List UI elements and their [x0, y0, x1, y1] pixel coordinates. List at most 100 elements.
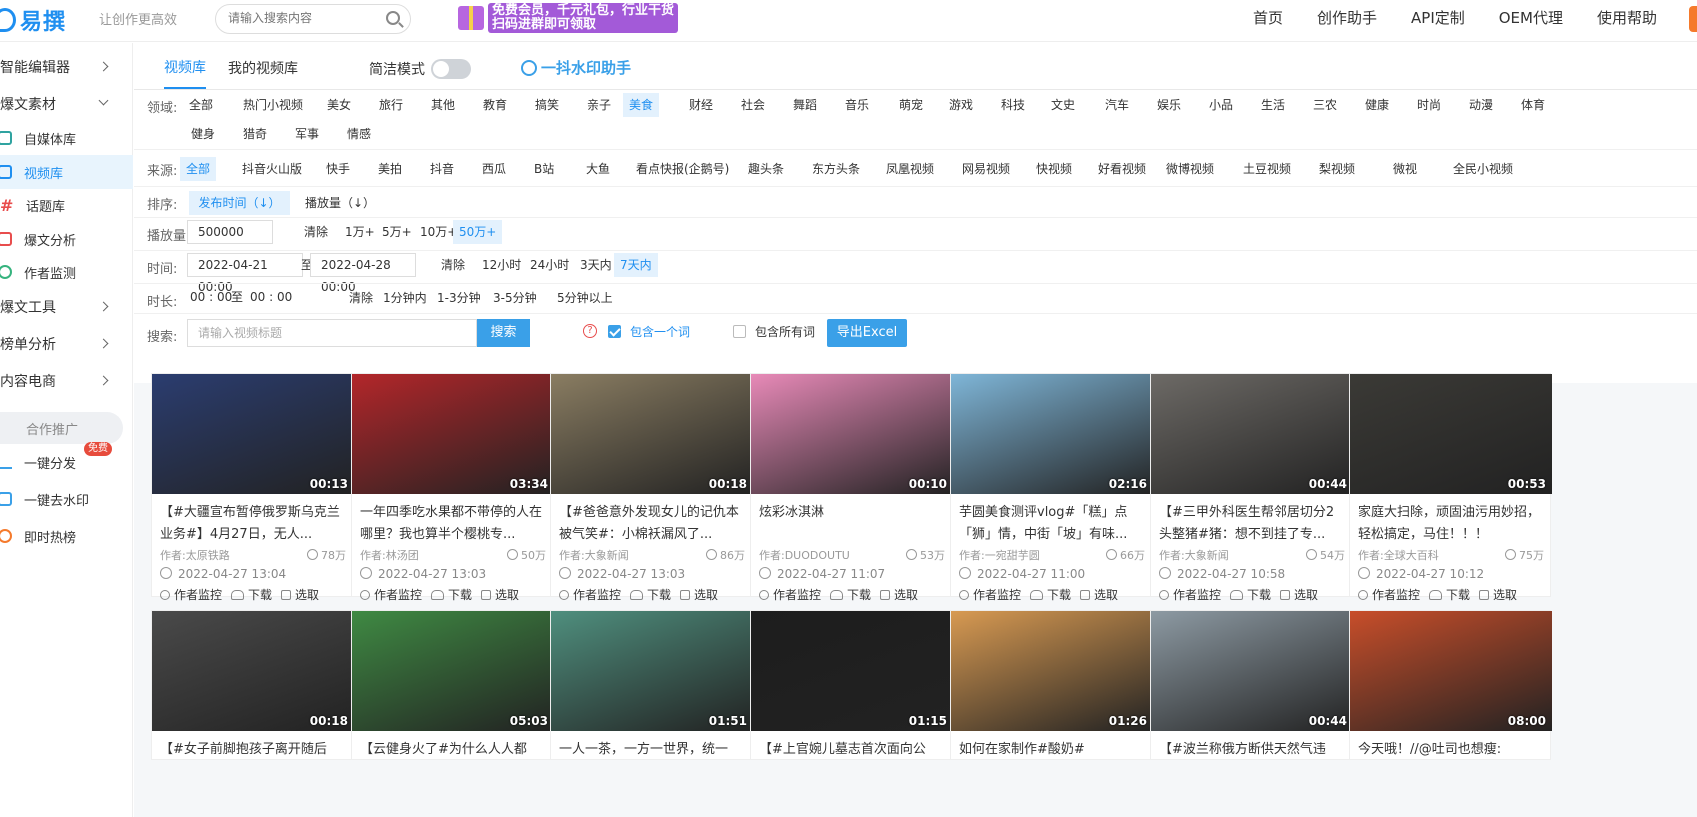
domain-option[interactable]: 汽车 [1099, 93, 1135, 117]
domain-option[interactable]: 情感 [341, 122, 377, 146]
video-thumbnail[interactable]: 02:16 [951, 374, 1153, 494]
sidebar-item-material[interactable]: 爆文素材 [0, 87, 133, 121]
simple-mode-toggle[interactable]: 简洁模式 [369, 59, 471, 79]
video-card[interactable]: 01:26 如何在家制作#酸奶# [950, 610, 1153, 760]
video-title[interactable]: 如何在家制作#酸奶# [959, 739, 1147, 783]
video-card[interactable]: 01:15 【#上官婉儿墓志首次面向公 [750, 610, 953, 760]
source-option[interactable]: 快视频 [1030, 157, 1078, 181]
source-option[interactable]: 土豆视频 [1237, 157, 1297, 181]
download-button[interactable]: 下载 [830, 586, 871, 603]
time-option[interactable]: 清除 [435, 253, 471, 277]
video-card[interactable]: 00:44 【#三甲外科医生帮邻居切分2头整猪#猪：想不到挂了专... 作者:大象新… [1150, 373, 1353, 602]
video-card[interactable]: 00:13 【#大疆宣布暂停俄罗斯乌克兰业务#】4月27日，无人... 作者:太原铁… [151, 373, 354, 602]
domain-option[interactable]: 财经 [683, 93, 719, 117]
video-thumbnail[interactable]: 01:26 [951, 611, 1153, 731]
help-icon[interactable]: ? [583, 324, 597, 338]
download-button[interactable]: 下载 [1030, 586, 1071, 603]
video-title[interactable]: 家庭大扫除，顽固油污用妙招，轻松搞定，马住！！！ [1358, 502, 1546, 546]
source-option[interactable]: B站 [528, 157, 560, 181]
source-option[interactable]: 凤凰视频 [880, 157, 940, 181]
nav-oem[interactable]: OEM代理 [1499, 7, 1563, 28]
sidebar-item-hot-list[interactable]: 即时热榜 [0, 519, 133, 553]
sidebar-item-remove-watermark[interactable]: 一键去水印 [0, 482, 133, 516]
duration-option[interactable]: 1分钟内 [377, 286, 433, 310]
monitor-author-button[interactable]: 作者监控 [559, 586, 621, 603]
sort-by-plays[interactable]: 播放量（↓） [299, 191, 381, 215]
source-option[interactable]: 看点快报(企鹅号) [630, 157, 735, 181]
logo[interactable]: 易撰 [0, 4, 66, 36]
duration-to-input[interactable]: 00 : 00 [244, 285, 298, 309]
video-thumbnail[interactable]: 00:53 [1350, 374, 1552, 494]
domain-option[interactable]: 旅行 [373, 93, 409, 117]
select-button[interactable]: 选取 [1280, 586, 1318, 603]
source-option[interactable]: 西瓜 [476, 157, 512, 181]
include-all-checkbox[interactable] [733, 325, 746, 338]
source-option[interactable]: 微博视频 [1160, 157, 1220, 181]
domain-option[interactable]: 萌宠 [893, 93, 929, 117]
duration-option[interactable]: 3-5分钟 [487, 286, 543, 310]
video-title[interactable]: 一年四季吃水果都不带停的人在哪里？我也算半个樱桃专... [360, 502, 548, 546]
video-title[interactable]: 【#上官婉儿墓志首次面向公 [759, 739, 947, 783]
video-thumbnail[interactable]: 00:13 [152, 374, 354, 494]
video-card[interactable]: 03:34 一年四季吃水果都不带停的人在哪里？我也算半个樱桃专... 作者:林汤团 5… [351, 373, 554, 602]
video-card[interactable]: 05:03 【云健身火了#为什么人人都 [351, 610, 554, 760]
domain-option[interactable]: 其他 [425, 93, 461, 117]
video-title[interactable]: 今天哦！//@吐司也想瘦: [1358, 739, 1546, 783]
domain-option[interactable]: 动漫 [1463, 93, 1499, 117]
source-option[interactable]: 快手 [320, 157, 356, 181]
duration-option[interactable]: 清除 [343, 286, 379, 310]
time-option[interactable]: 7天内 [614, 253, 658, 277]
domain-option[interactable]: 文史 [1045, 93, 1081, 117]
time-to-input[interactable]: 2022-04-28 00:00 [310, 253, 416, 294]
include-one-checkbox[interactable] [608, 325, 621, 338]
plays-option[interactable]: 50万+ [453, 220, 503, 244]
include-all-label[interactable]: 包含所有词 [749, 320, 821, 344]
select-button[interactable]: 选取 [1479, 586, 1517, 603]
sidebar-item-one-click-distribute[interactable]: 一键分发 免费 [0, 442, 133, 479]
source-option[interactable]: 全民小视频 [1447, 157, 1519, 181]
time-option[interactable]: 12小时 [476, 253, 527, 277]
video-thumbnail[interactable]: 03:34 [352, 374, 554, 494]
download-button[interactable]: 下载 [231, 586, 272, 603]
sidebar-item-article-analysis[interactable]: 爆文分析 [0, 222, 133, 256]
sidebar-item-video-library[interactable]: 视频库 [0, 155, 133, 189]
video-card[interactable]: 00:18 【#爸爸意外发现女儿的记仇本被气笑#：小棉袄漏风了... 作者:大象新闻… [550, 373, 753, 602]
domain-option[interactable]: 美食 [623, 93, 660, 117]
video-title[interactable]: 【#波兰称俄方断供天然气违 [1159, 739, 1347, 783]
video-title-search-input[interactable]: 请输入视频标题 [187, 319, 477, 347]
video-thumbnail[interactable]: 01:15 [751, 611, 953, 731]
domain-option[interactable]: 体育 [1515, 93, 1551, 117]
video-title[interactable]: 【#大疆宣布暂停俄罗斯乌克兰业务#】4月27日，无人... [160, 502, 348, 546]
domain-option[interactable]: 教育 [477, 93, 513, 117]
time-option[interactable]: 24小时 [524, 253, 575, 277]
monitor-author-button[interactable]: 作者监控 [759, 586, 821, 603]
select-button[interactable]: 选取 [680, 586, 718, 603]
time-from-input[interactable]: 2022-04-21 00:00 [187, 253, 303, 294]
video-title[interactable]: 【#爸爸意外发现女儿的记仇本被气笑#：小棉袄漏风了... [559, 502, 747, 546]
domain-option[interactable]: 热门小视频 [237, 93, 309, 117]
domain-option[interactable]: 科技 [995, 93, 1031, 117]
domain-option[interactable]: 娱乐 [1151, 93, 1187, 117]
include-one-label[interactable]: 包含一个词 [624, 320, 696, 344]
domain-option[interactable]: 游戏 [943, 93, 979, 117]
time-option[interactable]: 3天内 [574, 253, 618, 277]
plays-option[interactable]: 1万+ [339, 220, 381, 244]
select-button[interactable]: 选取 [281, 586, 319, 603]
video-title[interactable]: 【#女子前脚抱孩子离开随后 [160, 739, 348, 783]
sort-by-time[interactable]: 发布时间（↓） [189, 191, 290, 215]
source-option[interactable]: 好看视频 [1092, 157, 1152, 181]
video-thumbnail[interactable]: 01:51 [551, 611, 753, 731]
source-option[interactable]: 网易视频 [956, 157, 1016, 181]
sidebar-item-author-monitor[interactable]: 作者监测 [0, 255, 133, 289]
video-thumbnail[interactable]: 00:44 [1151, 374, 1353, 494]
video-thumbnail[interactable]: 05:03 [352, 611, 554, 731]
video-thumbnail[interactable]: 00:10 [751, 374, 953, 494]
sidebar-item-topic-library[interactable]: # 话题库 [0, 188, 133, 222]
domain-option[interactable]: 猎奇 [237, 122, 273, 146]
nav-api[interactable]: API定制 [1411, 7, 1465, 28]
nav-home[interactable]: 首页 [1253, 7, 1283, 28]
video-card[interactable]: 02:16 芋圆美食测评vlog#「糕」点「狮」情，中街「坡」有味... 作者:一宛… [950, 373, 1153, 602]
search-icon[interactable] [386, 11, 400, 25]
plays-option[interactable]: 清除 [298, 220, 334, 244]
top-right-button[interactable] [1689, 6, 1697, 32]
